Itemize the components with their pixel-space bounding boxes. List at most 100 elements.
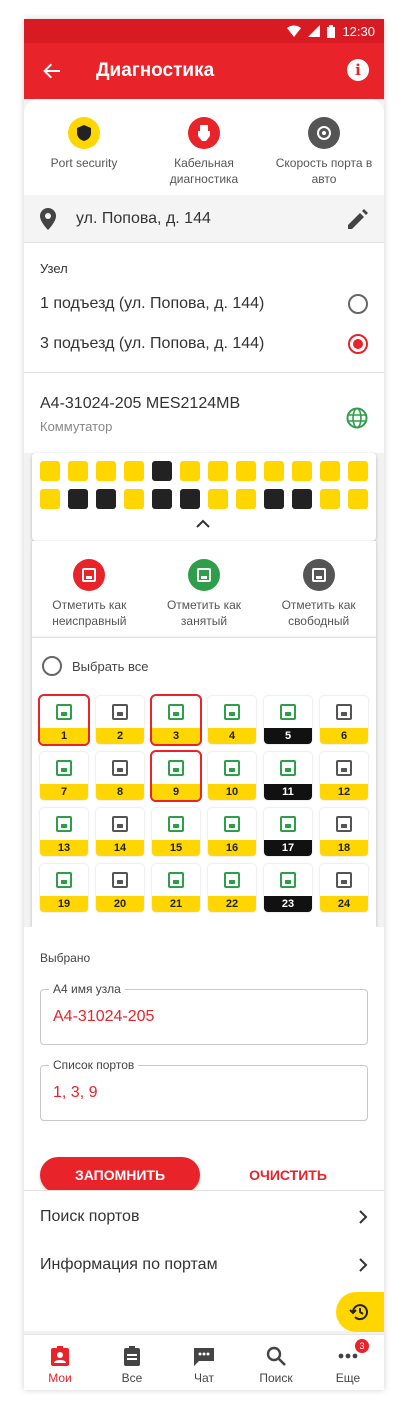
port-info-link[interactable]: Информация по портам — [40, 1253, 368, 1277]
port-number: 1 — [40, 728, 88, 744]
port-overview-cell[interactable] — [348, 461, 368, 481]
port-overview-cell[interactable] — [68, 461, 88, 481]
port-overview-cell[interactable] — [152, 489, 172, 509]
port-overview-cell[interactable] — [208, 461, 228, 481]
mark-free-button[interactable]: Отметить как свободный — [269, 559, 369, 629]
node-option-1[interactable]: 1 подъезд (ул. Попова, д. 144) — [40, 293, 368, 315]
port-overview-cell[interactable] — [292, 461, 312, 481]
port-number: 12 — [320, 784, 368, 800]
nav-item-label: Все — [121, 1371, 143, 1385]
port-overview-cell[interactable] — [264, 489, 284, 509]
port-overview-cell[interactable] — [124, 489, 144, 509]
chevron-up-icon[interactable] — [196, 519, 210, 528]
port-tile[interactable]: 17 — [264, 808, 312, 856]
quick-action-1[interactable]: Port security — [29, 117, 139, 187]
port-tile[interactable]: 5 — [264, 696, 312, 744]
quick-action-3[interactable]: Скорость порта в авто — [269, 117, 379, 187]
quick-action-2[interactable]: Кабельная диагностика — [149, 117, 259, 187]
port-tile[interactable]: 16 — [208, 808, 256, 856]
port-search-link[interactable]: Поиск портов — [40, 1205, 368, 1229]
nav-item-3[interactable]: Чат — [169, 1335, 239, 1390]
port-overview-cell[interactable] — [264, 461, 284, 481]
mark-faulty-button[interactable]: Отметить как неисправный — [39, 559, 139, 629]
person-badge-icon — [51, 1345, 69, 1367]
back-button[interactable] — [40, 59, 64, 83]
node-name-field-label: A4 имя узла — [49, 982, 125, 996]
port-overview-cell[interactable] — [292, 489, 312, 509]
address-bar[interactable]: ул. Попова, д. 144 — [24, 195, 384, 243]
port-tile[interactable]: 6 — [320, 696, 368, 744]
history-button[interactable] — [336, 1292, 384, 1332]
ethernet-port-grey-icon — [112, 816, 128, 832]
port-overview-cell[interactable] — [236, 489, 256, 509]
ethernet-port-grey-icon — [336, 704, 352, 720]
info-button[interactable]: i — [347, 59, 369, 81]
port-overview-cell[interactable] — [208, 489, 228, 509]
port-number: 19 — [40, 896, 88, 912]
ports-list-field[interactable]: Список портов 1, 3, 9 — [40, 1058, 368, 1121]
nav-item-2[interactable]: Все — [97, 1335, 167, 1390]
port-tile[interactable]: 15 — [152, 808, 200, 856]
search-icon — [266, 1345, 286, 1367]
port-tile[interactable]: 8 — [96, 752, 144, 800]
node-option-label: 1 подъезд (ул. Попова, д. 144) — [40, 295, 265, 312]
port-tile[interactable]: 12 — [320, 752, 368, 800]
port-overview-cell[interactable] — [68, 489, 88, 509]
ethernet-port-grey-icon — [336, 816, 352, 832]
port-tile[interactable]: 3 — [150, 694, 202, 746]
port-overview-cell[interactable] — [348, 489, 368, 509]
mark-busy-button[interactable]: Отметить как занятый — [154, 559, 254, 629]
nav-item-label: Еще — [335, 1371, 361, 1385]
port-tile[interactable]: 14 — [96, 808, 144, 856]
port-overview-cell[interactable] — [152, 461, 172, 481]
port-tile[interactable]: 1 — [38, 694, 90, 746]
nav-item-1[interactable]: Мои — [25, 1335, 95, 1390]
port-tile[interactable]: 7 — [40, 752, 88, 800]
port-tile[interactable]: 9 — [150, 750, 202, 802]
port-number: 13 — [40, 840, 88, 856]
port-overview-cell[interactable] — [180, 489, 200, 509]
port-status-icon — [302, 559, 335, 591]
port-overview-cell[interactable] — [320, 489, 340, 509]
port-tile[interactable]: 23 — [264, 864, 312, 912]
speed-icon — [308, 117, 340, 149]
port-overview-cell[interactable] — [96, 489, 116, 509]
radio-button-selected[interactable] — [348, 334, 368, 354]
links-section: Поиск портов Информация по портам — [24, 1190, 384, 1331]
port-tile[interactable]: 13 — [40, 808, 88, 856]
port-tile[interactable]: 4 — [208, 696, 256, 744]
port-overview-cell[interactable] — [124, 461, 144, 481]
port-number: 22 — [208, 896, 256, 912]
status-bar: 12:30 — [24, 19, 384, 43]
port-overview-cell[interactable] — [40, 489, 60, 509]
port-tile[interactable]: 19 — [40, 864, 88, 912]
port-overview-cell[interactable] — [320, 461, 340, 481]
port-number: 21 — [152, 896, 200, 912]
save-button[interactable]: ЗАПОМНИТЬ — [40, 1157, 200, 1193]
nav-item-4[interactable]: Поиск — [241, 1335, 311, 1390]
port-tile[interactable]: 22 — [208, 864, 256, 912]
port-overview-cell[interactable] — [236, 461, 256, 481]
globe-icon[interactable] — [346, 407, 368, 429]
switch-type: Коммутатор — [40, 419, 113, 434]
port-tile[interactable]: 21 — [152, 864, 200, 912]
ethernet-port-grey-icon — [112, 872, 128, 888]
port-overview-cell[interactable] — [96, 461, 116, 481]
port-overview-cell[interactable] — [40, 461, 60, 481]
port-tile[interactable]: 10 — [208, 752, 256, 800]
node-name-field[interactable]: A4 имя узла A4-31024-205 — [40, 982, 368, 1045]
port-tile[interactable]: 20 — [96, 864, 144, 912]
nav-item-5[interactable]: Еще 3 — [313, 1335, 383, 1390]
node-option-3[interactable]: 3 подъезд (ул. Попова, д. 144) — [40, 333, 368, 355]
select-all-radio[interactable] — [42, 656, 62, 676]
edit-pencil-icon[interactable] — [348, 208, 368, 229]
port-tile[interactable]: 2 — [96, 696, 144, 744]
select-all[interactable]: Выбрать все — [42, 656, 148, 676]
port-tile[interactable]: 11 — [264, 752, 312, 800]
ethernet-port-green-icon — [56, 872, 72, 888]
port-tile[interactable]: 24 — [320, 864, 368, 912]
radio-button[interactable] — [348, 294, 368, 314]
clear-button[interactable]: ОЧИСТИТЬ — [224, 1157, 352, 1193]
port-tile[interactable]: 18 — [320, 808, 368, 856]
port-overview-cell[interactable] — [180, 461, 200, 481]
